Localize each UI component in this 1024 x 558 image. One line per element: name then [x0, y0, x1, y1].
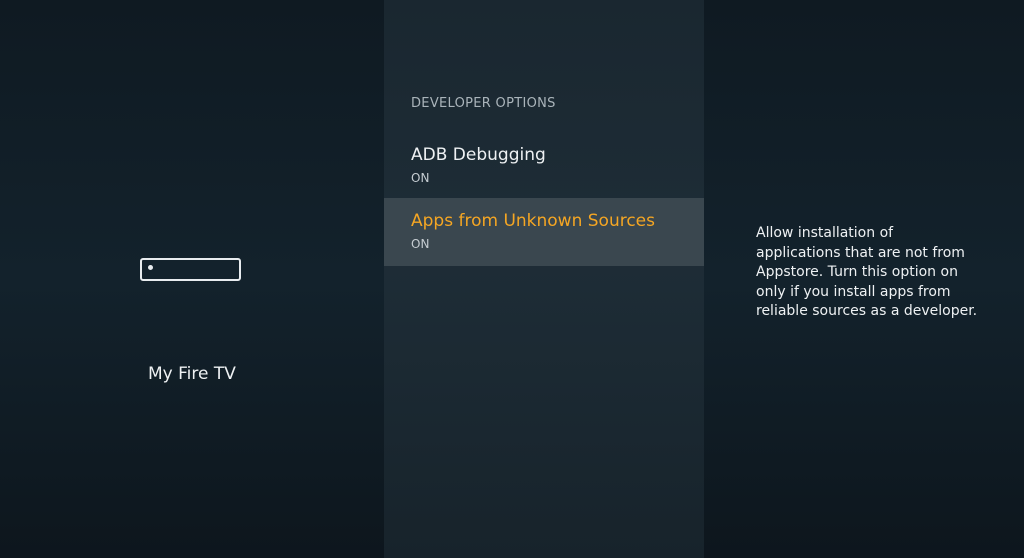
menu-item-status: ON [411, 171, 430, 185]
device-indicator-dot [148, 265, 153, 270]
menu-item-apps-from-unknown-sources[interactable]: Apps from Unknown Sources ON [384, 198, 704, 266]
device-label: My Fire TV [148, 364, 236, 384]
device-panel: My Fire TV [0, 0, 384, 558]
fire-tv-stick-icon [140, 258, 241, 281]
description-panel: Allow installation of applications that … [704, 0, 1024, 558]
menu-item-status: ON [411, 237, 430, 251]
menu-item-title: Apps from Unknown Sources [411, 211, 656, 231]
fire-tv-settings-screen: My Fire TV DEVELOPER OPTIONS ADB Debuggi… [0, 0, 1024, 558]
option-description: Allow installation of applications that … [756, 225, 978, 319]
section-header: DEVELOPER OPTIONS [411, 96, 556, 111]
developer-options-panel: DEVELOPER OPTIONS ADB Debugging ON Apps … [384, 0, 704, 558]
menu-item-title: ADB Debugging [411, 145, 546, 165]
menu-item-adb-debugging[interactable]: ADB Debugging ON [384, 132, 704, 200]
